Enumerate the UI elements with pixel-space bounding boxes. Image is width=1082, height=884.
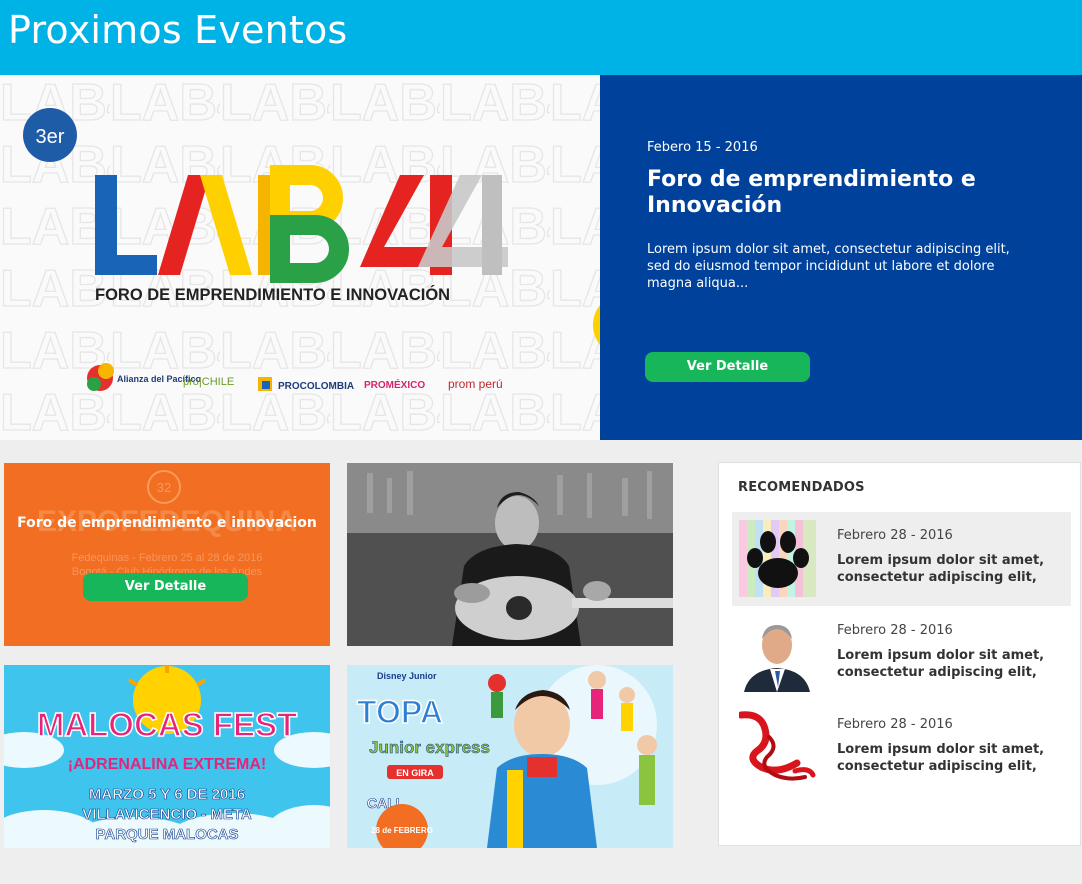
event-tile-foro[interactable]: 32 EXPOFEDEQUINA Fedequinas - Febrero 25… <box>4 463 330 646</box>
expofedequina-background: 32 EXPOFEDEQUINA Fedequinas - Febrero 25… <box>4 463 330 646</box>
recommended-item[interactable]: Febrero 28 - 2016 Lorem ipsum dolor sit … <box>732 607 1071 701</box>
featured-event-details: Febero 15 - 2016 Foro de emprendimiento … <box>600 75 1082 440</box>
svg-text:28 de FEBRERO: 28 de FEBRERO <box>371 826 433 835</box>
event-tile-detail-button[interactable]: Ver Detalle <box>83 573 248 601</box>
svg-text:Junior express: Junior express <box>369 738 490 757</box>
svg-text:MALOCAS FEST: MALOCAS FEST <box>37 706 297 743</box>
badge-text: 3er <box>36 126 65 148</box>
featured-event: LAB4 3er F <box>0 75 1082 440</box>
svg-text:PROCOLOMBIA: PROCOLOMBIA <box>278 381 354 392</box>
recommended-date: Febrero 28 - 2016 <box>837 717 953 732</box>
svg-text:MARZO 5 Y 6 DE 2016: MARZO 5 Y 6 DE 2016 <box>89 786 245 803</box>
recommended-title: RECOMENDADOS <box>738 480 865 495</box>
event-tile-title: Foro de emprendimiento e innovacion <box>17 515 317 531</box>
event-tile-malocas-fest[interactable]: MALOCAS FEST ¡ADRENALINA EXTREMA! MARZO … <box>4 665 330 848</box>
malocas-fest-poster: MALOCAS FEST ¡ADRENALINA EXTREMA! MARZO … <box>4 665 330 848</box>
featured-detail-button[interactable]: Ver Detalle <box>645 352 810 382</box>
recommended-date: Febrero 28 - 2016 <box>837 623 953 638</box>
ribbon-icon <box>739 709 816 786</box>
svg-text:PARQUE MALOCAS: PARQUE MALOCAS <box>95 826 238 843</box>
event-tile-guitarist[interactable] <box>347 463 673 646</box>
svg-text:¡ADRENALINA EXTREMA!: ¡ADRENALINA EXTREMA! <box>68 756 267 773</box>
guitar-player-photo <box>347 463 673 646</box>
recommended-date: Febrero 28 - 2016 <box>837 528 953 543</box>
paw-icon <box>739 520 816 597</box>
page-title: Proximos Eventos <box>8 8 348 52</box>
person-photo <box>739 615 816 692</box>
event-tile-topa-junior-express[interactable]: Disney Junior TOPA Junior express EN GIR… <box>347 665 673 848</box>
recommended-item[interactable]: Febrero 28 - 2016 Lorem ipsum dolor sit … <box>732 512 1071 606</box>
svg-text:32: 32 <box>157 480 171 495</box>
svg-text:PROMÉXICO: PROMÉXICO <box>364 378 425 391</box>
svg-text:Fedequinas - Febrero 25 al 28: Fedequinas - Febrero 25 al 28 de 2016 <box>72 552 263 564</box>
svg-text:EN GIRA: EN GIRA <box>396 768 434 778</box>
recommended-text: Lorem ipsum dolor sit amet, consectetur … <box>837 553 1045 585</box>
recommended-text: Lorem ipsum dolor sit amet, consectetur … <box>837 742 1045 774</box>
topa-junior-express-poster: Disney Junior TOPA Junior express EN GIR… <box>347 665 673 848</box>
svg-text:VILLAVICENCIO - META: VILLAVICENCIO - META <box>82 806 252 823</box>
svg-text:pro|CHILE: pro|CHILE <box>183 376 234 388</box>
featured-event-image[interactable]: LAB4 3er F <box>0 75 600 440</box>
recommended-text: Lorem ipsum dolor sit amet, consectetur … <box>837 648 1045 680</box>
svg-text:prom perú: prom perú <box>448 377 503 391</box>
featured-event-title[interactable]: Foro de emprendimiento e Innovación <box>647 167 987 219</box>
featured-event-date: Febero 15 - 2016 <box>647 140 758 155</box>
recommended-panel: RECOMENDADOS Febrero 28 - 2016 Lorem ips… <box>718 462 1081 846</box>
svg-text:Disney Junior: Disney Junior <box>377 671 437 681</box>
recommended-item[interactable]: Febrero 28 - 2016 Lorem ipsum dolor sit … <box>732 701 1071 795</box>
page-header: Proximos Eventos <box>0 0 1082 75</box>
svg-text:TOPA: TOPA <box>357 694 443 730</box>
logo-subtitle: FORO DE EMPRENDIMIENTO E INNOVACIÓN <box>95 285 450 304</box>
featured-event-description: Lorem ipsum dolor sit amet, consectetur … <box>647 242 1010 291</box>
lab4-banner: LAB4 3er F <box>0 75 600 440</box>
